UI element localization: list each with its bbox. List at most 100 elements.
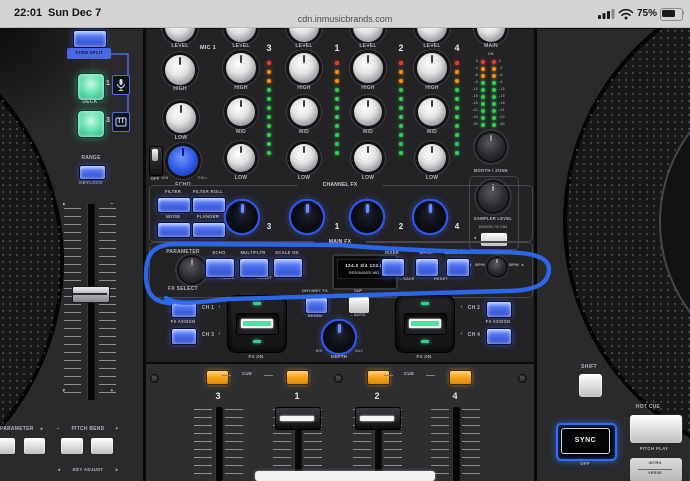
parameter-right-arrow: ▸ (39, 427, 45, 432)
main-fx-button-wash[interactable] (415, 258, 439, 277)
channel-number: 3 (263, 44, 275, 53)
channel-fx-button-label: FILTER ROLL (186, 190, 230, 194)
channel-fx-button-flanger[interactable] (192, 222, 226, 238)
intro-verse-button[interactable]: INTRO VERSE (629, 457, 683, 481)
mic-low-knob[interactable] (166, 103, 196, 133)
channel-meter-led (455, 97, 459, 101)
beat-knob[interactable] (488, 258, 506, 276)
stem-split-button[interactable] (73, 30, 107, 48)
dry-wet-fx-button[interactable] (305, 297, 328, 314)
deck-pad-3[interactable] (77, 110, 105, 138)
fader-handle[interactable] (355, 407, 401, 430)
crossfader-area[interactable] (255, 471, 435, 481)
cue-dash (426, 375, 435, 376)
fx-assign-ch3-button[interactable] (171, 328, 197, 345)
channel-3-high-knob[interactable] (226, 53, 256, 83)
channel-1-low-knob[interactable] (290, 144, 318, 172)
shift-button[interactable] (578, 373, 603, 398)
fader-number: 1 (289, 392, 305, 401)
url-text[interactable]: cdn.inmusicbrands.com (0, 14, 690, 24)
channel-fx-knob-1[interactable] (291, 201, 323, 233)
sync-button[interactable]: SYNC (556, 423, 617, 461)
channel-meter-led (455, 124, 459, 128)
fx-assign-ch4-button[interactable] (486, 328, 512, 345)
pitch-bend-minus-button[interactable] (60, 437, 84, 455)
fader-handle[interactable] (275, 407, 321, 430)
ch3-label: CH 3 (199, 333, 217, 338)
main-meter-led (492, 74, 496, 78)
screw (518, 374, 527, 383)
tap-button[interactable] (348, 296, 370, 314)
channel-4-low-knob[interactable] (418, 144, 446, 172)
channel-4-high-knob[interactable] (417, 53, 447, 83)
channel-fx-button-filter-roll[interactable] (192, 197, 226, 213)
tap-label: TAP (349, 289, 367, 293)
sync-button-label: SYNC (562, 437, 609, 444)
battery-icon (660, 8, 683, 21)
channel-fx-knob-2[interactable] (351, 201, 383, 233)
parameter-left-button[interactable] (0, 437, 16, 455)
cue-button-4[interactable] (449, 370, 472, 385)
deck-pad-3-number: 3 (104, 117, 112, 124)
screw (150, 374, 159, 383)
fx-select-knob[interactable] (179, 257, 205, 283)
depth-knob[interactable] (323, 321, 355, 353)
channel-2-mid-knob[interactable] (354, 98, 382, 126)
main-fx-button-echo[interactable] (205, 258, 235, 278)
channel-meter-led (335, 61, 339, 65)
fx-on-paddle-left[interactable] (227, 295, 287, 353)
channel-3-mid-knob[interactable] (227, 98, 255, 126)
ch2-label: CH 2 (465, 306, 483, 311)
mic-high-knob[interactable] (165, 55, 195, 85)
channel-1-high-knob[interactable] (289, 53, 319, 83)
booth-zone-knob[interactable] (477, 133, 505, 161)
channel-fx-button-filter[interactable] (157, 197, 191, 213)
key-adjust-right-arrow: ▸ (114, 468, 120, 473)
cue-button-1[interactable] (206, 370, 229, 385)
fx-on-paddle-right[interactable] (395, 295, 455, 353)
channel-fx-number: 1 (332, 223, 342, 231)
channel-meter-led (455, 106, 459, 110)
fx-assign-ch2-button[interactable] (486, 301, 512, 318)
main-fx-button-mult-fltr[interactable] (239, 258, 269, 278)
main-meter-led (492, 95, 496, 99)
cue-button-2[interactable] (286, 370, 309, 385)
mic-echo-min-label: MIN (159, 177, 171, 180)
deck-pad-1[interactable] (77, 73, 105, 101)
parameter-right-button[interactable] (23, 437, 46, 455)
mic-echo-switch[interactable] (149, 146, 163, 176)
keylock-label: KEYLOCK (74, 181, 108, 186)
channel-meter-led (455, 133, 459, 137)
main-meter-led (481, 102, 485, 106)
meter-scale-label: -21 (466, 109, 478, 113)
meter-scale-label: -15 (466, 95, 478, 99)
channel-2-low-knob[interactable] (354, 144, 382, 172)
main-fx-button-scale-on[interactable] (273, 258, 303, 278)
main-fx-save-label: – SAVE (390, 278, 424, 282)
channel-fader-3[interactable] (215, 407, 223, 481)
cue-button-3[interactable] (367, 370, 390, 385)
main-fx-button-riser[interactable] (381, 258, 405, 277)
range-button[interactable] (79, 165, 106, 180)
channel-2-high-knob[interactable] (353, 53, 383, 83)
channel-fx-button-noise[interactable] (157, 222, 191, 238)
channel-3-low-knob[interactable] (227, 144, 255, 172)
main-meter-led (481, 123, 485, 127)
channel-4-mid-knob[interactable] (418, 98, 446, 126)
channel-fader-4[interactable] (452, 407, 460, 481)
mic-echo-knob[interactable] (168, 146, 198, 176)
meter-scale-label: -21 (499, 109, 511, 113)
channel-fx-knob-4[interactable] (414, 201, 446, 233)
channel-1-mid-knob[interactable] (290, 98, 318, 126)
eq-label: MID (221, 130, 261, 135)
keyboard-mode-icon[interactable] (112, 112, 130, 132)
hot-cue-button[interactable] (629, 414, 683, 444)
pitch-fader-handle[interactable] (72, 286, 110, 303)
main-fx-button-echo-out[interactable] (446, 258, 470, 277)
channel-meter-led (335, 151, 339, 155)
mic-mode-icon[interactable] (112, 75, 130, 95)
channel-fx-knob-3[interactable] (226, 201, 258, 233)
pitch-bend-plus-button[interactable] (90, 437, 114, 455)
fx-assign-ch1-button[interactable] (171, 301, 197, 318)
ch2-arrow: ‹ (459, 305, 464, 310)
